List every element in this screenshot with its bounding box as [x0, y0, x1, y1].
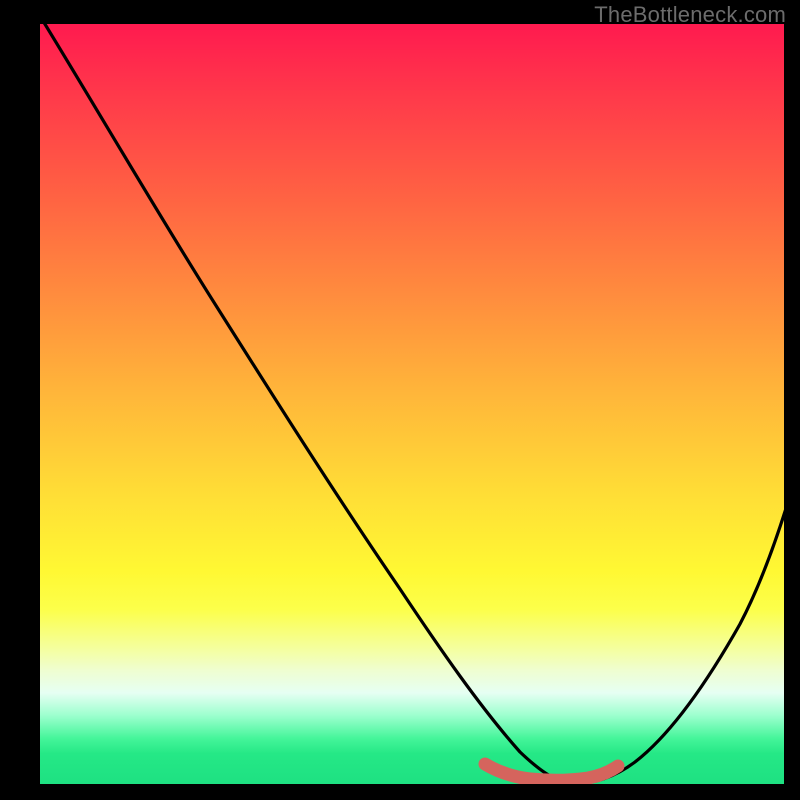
curve-right [570, 502, 784, 784]
plot-area [40, 24, 784, 784]
chart-svg [40, 24, 784, 784]
accent-bottom [485, 764, 618, 780]
curve-left [40, 24, 570, 784]
chart-frame: TheBottleneck.com [0, 0, 800, 800]
